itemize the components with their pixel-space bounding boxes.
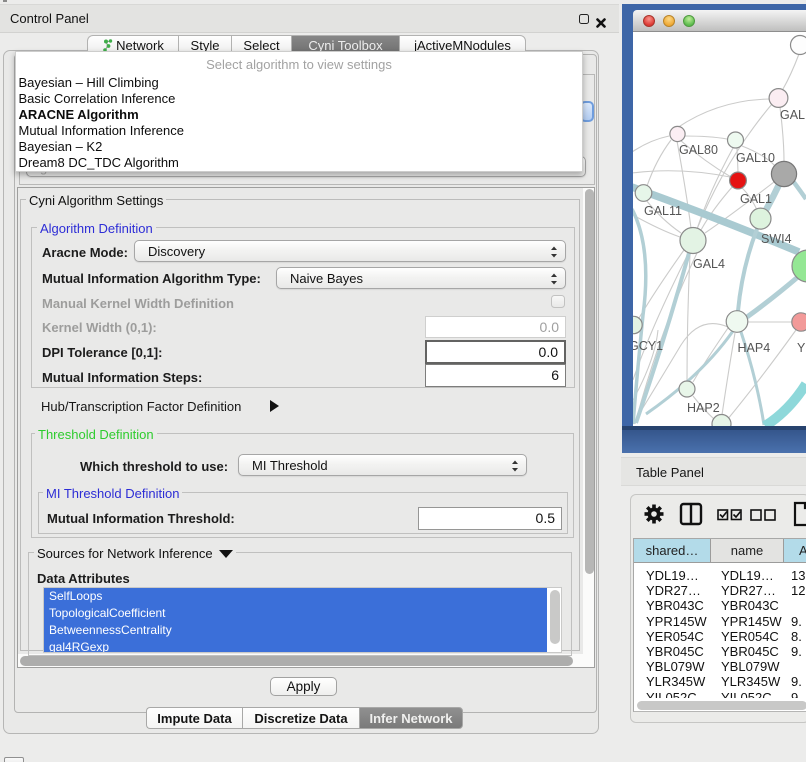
svg-text:HAP4: HAP4: [738, 341, 771, 355]
svg-text:GAL1: GAL1: [740, 192, 772, 206]
svg-text:GAL80: GAL80: [679, 143, 718, 157]
svg-text:GAL10: GAL10: [736, 151, 775, 165]
svg-text:HAP2: HAP2: [687, 401, 720, 415]
svg-text:Y: Y: [797, 341, 806, 355]
svg-text:GAL4: GAL4: [693, 257, 725, 271]
svg-text:GAL11: GAL11: [644, 204, 682, 218]
svg-text:SWI4: SWI4: [761, 232, 792, 246]
svg-text:GCY1: GCY1: [633, 339, 663, 353]
svg-text:GAL: GAL: [780, 108, 805, 122]
